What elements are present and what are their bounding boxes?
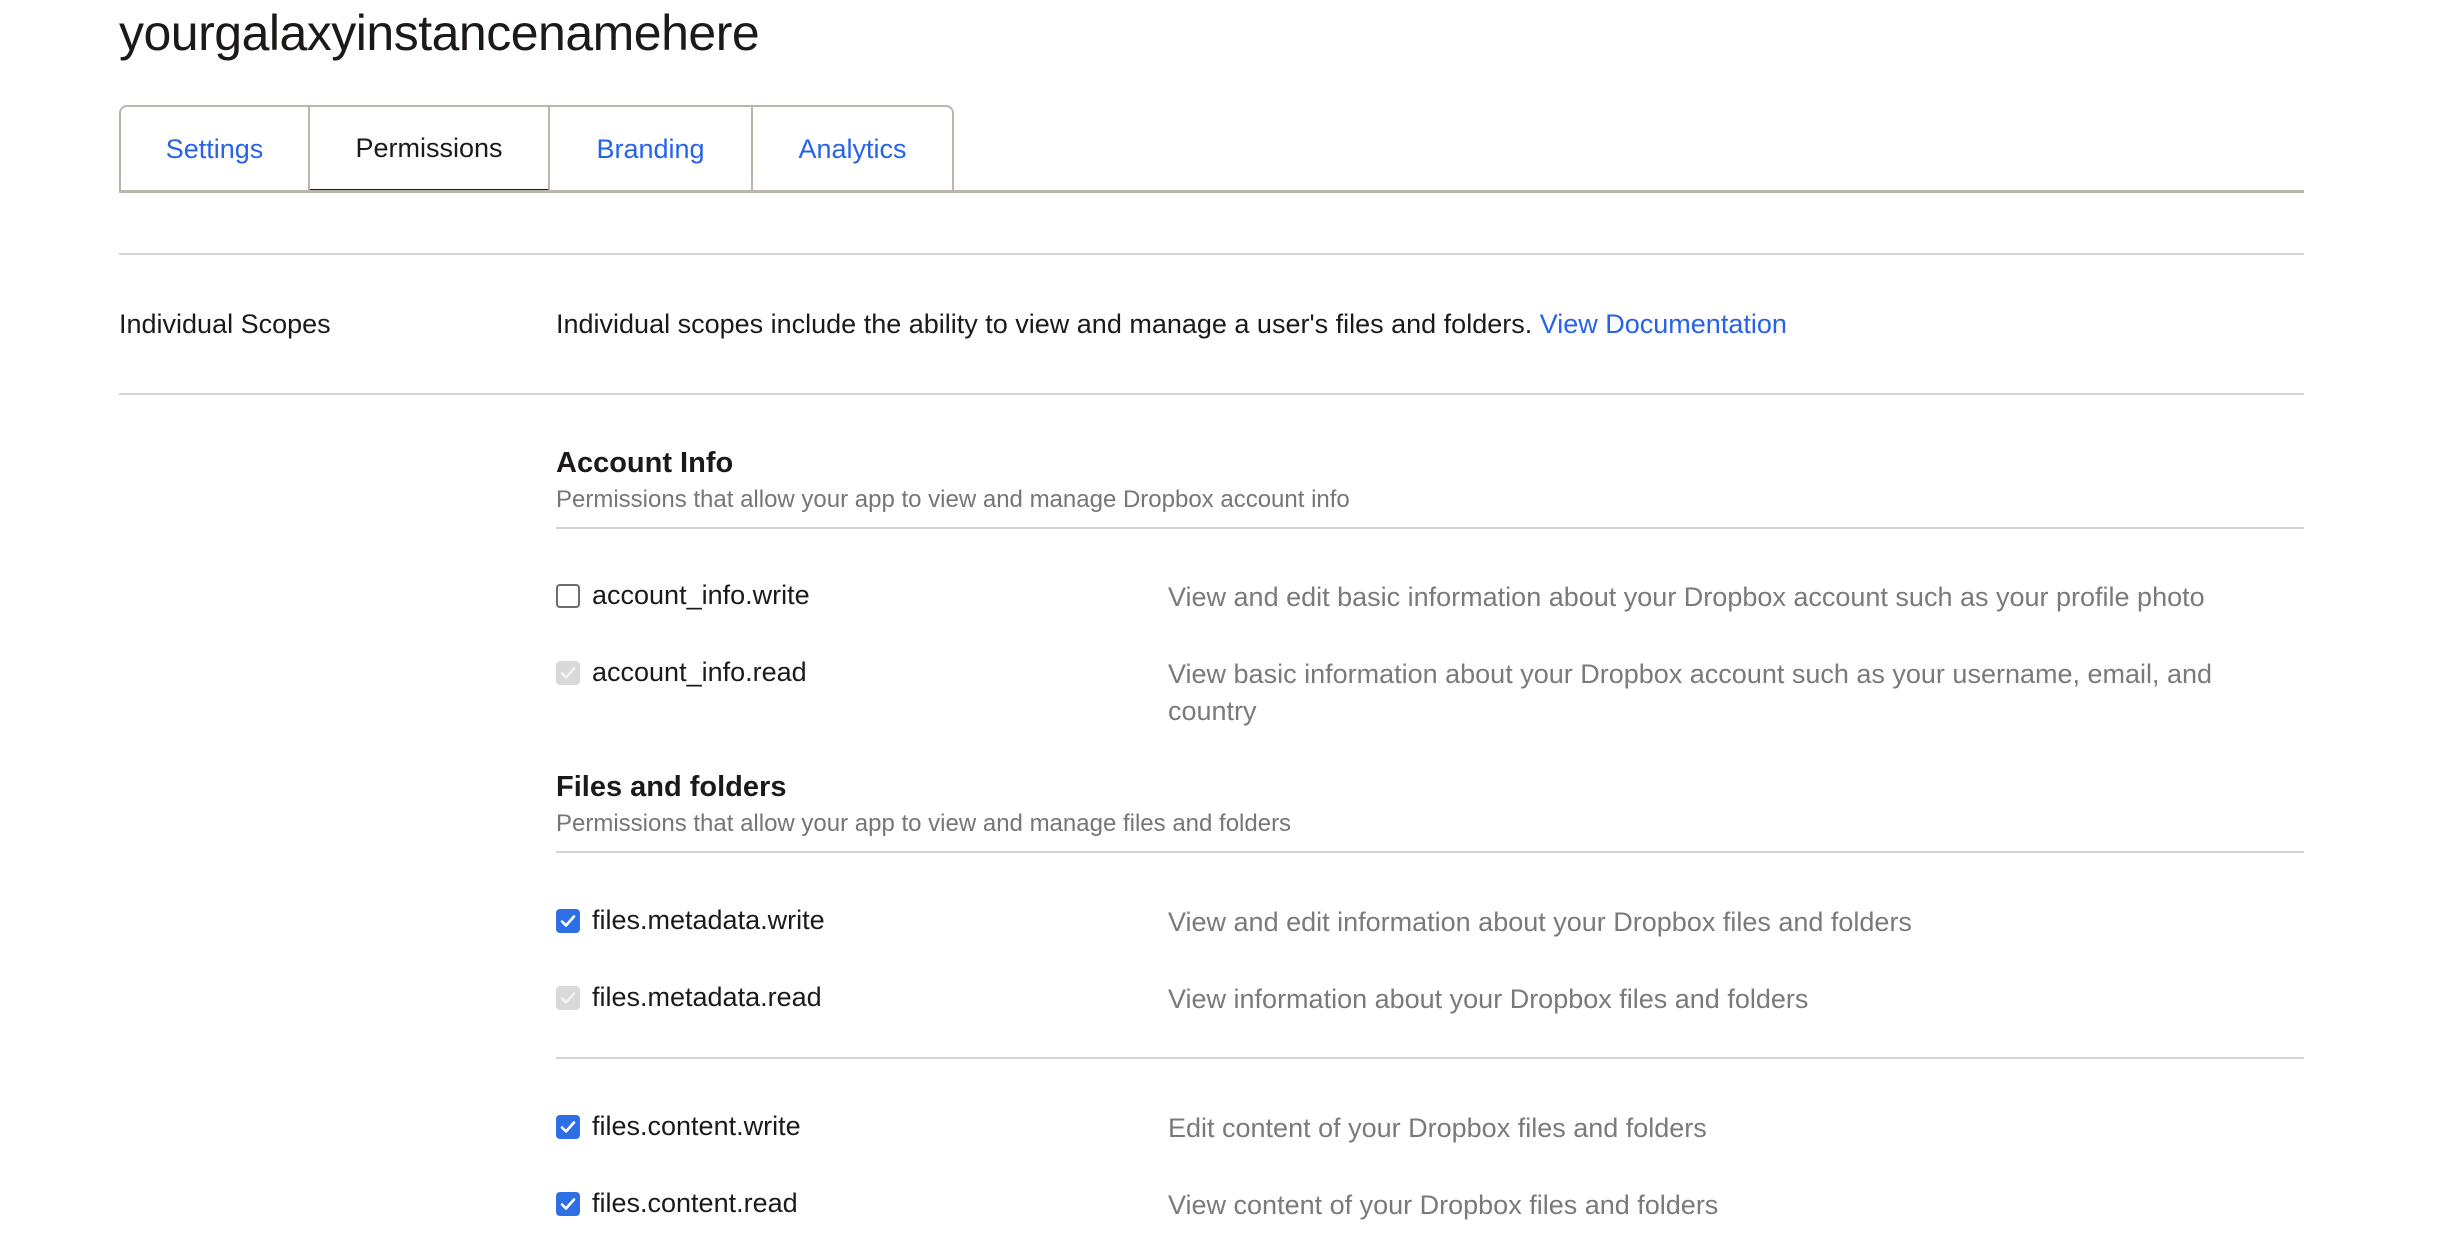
tab-branding[interactable]: Branding bbox=[550, 107, 753, 192]
scope-name: files.content.write bbox=[592, 1111, 801, 1141]
scope-row-files-content-read: files.content.read bbox=[556, 1188, 798, 1219]
scope-checkbox bbox=[556, 660, 580, 685]
scope-checkbox[interactable] bbox=[556, 1191, 580, 1216]
tab-bar: Settings Permissions Branding Analytics bbox=[119, 105, 954, 192]
scope-name: files.metadata.read bbox=[592, 982, 822, 1012]
checkmark-icon bbox=[560, 1197, 576, 1210]
scopes-intro-text: Individual scopes include the ability to… bbox=[556, 309, 1533, 339]
scope-name: files.metadata.write bbox=[592, 905, 825, 935]
section-divider bbox=[556, 851, 2304, 853]
tab-permissions[interactable]: Permissions bbox=[310, 107, 550, 192]
individual-scopes-description: Individual scopes include the ability to… bbox=[556, 309, 1787, 340]
scope-name: files.content.read bbox=[592, 1188, 798, 1218]
checkmark-icon bbox=[560, 914, 576, 927]
scope-description: View information about your Dropbox file… bbox=[1168, 984, 1809, 1014]
scope-description: View and edit basic information about yo… bbox=[1168, 582, 2205, 612]
scope-row-account-info-read: account_info.read bbox=[556, 657, 807, 688]
individual-scopes-label: Individual Scopes bbox=[119, 309, 331, 339]
view-documentation-link[interactable]: View Documentation bbox=[1540, 309, 1787, 339]
scope-row-files-metadata-write: files.metadata.write bbox=[556, 905, 825, 936]
scope-row-account-info-write: account_info.write bbox=[556, 580, 810, 611]
page-title: yourgalaxyinstancenamehere bbox=[119, 5, 760, 61]
tab-analytics[interactable]: Analytics bbox=[753, 107, 952, 192]
scope-name: account_info.read bbox=[592, 657, 807, 687]
scope-checkbox[interactable] bbox=[556, 1114, 580, 1139]
section-heading-files-and-folders: Files and folders bbox=[556, 771, 787, 803]
scope-description: Edit content of your Dropbox files and f… bbox=[1168, 1113, 1707, 1143]
section-divider bbox=[556, 527, 2304, 529]
tab-settings[interactable]: Settings bbox=[121, 107, 310, 192]
section-subtitle-files-and-folders: Permissions that allow your app to view … bbox=[556, 810, 1292, 837]
section-divider bbox=[556, 1057, 2304, 1059]
section-heading-account-info: Account Info bbox=[556, 447, 734, 479]
checkmark-icon bbox=[560, 991, 576, 1004]
checkmark-icon bbox=[560, 666, 576, 679]
scope-description: View and edit information about your Dro… bbox=[1168, 907, 1912, 937]
divider bbox=[119, 393, 2304, 395]
scope-checkbox[interactable] bbox=[556, 583, 580, 608]
checkmark-icon bbox=[560, 1120, 576, 1133]
scope-checkbox bbox=[556, 985, 580, 1010]
section-subtitle-account-info: Permissions that allow your app to view … bbox=[556, 486, 1350, 513]
scope-row-files-metadata-read: files.metadata.read bbox=[556, 982, 822, 1013]
scope-checkbox[interactable] bbox=[556, 908, 580, 933]
divider bbox=[119, 253, 2304, 255]
scope-description: View content of your Dropbox files and f… bbox=[1168, 1190, 1719, 1220]
tab-bar-underline bbox=[119, 190, 2304, 193]
scope-row-files-content-write: files.content.write bbox=[556, 1111, 801, 1142]
scope-description: View basic information about your Dropbo… bbox=[1168, 659, 2213, 726]
scope-name: account_info.write bbox=[592, 580, 810, 610]
